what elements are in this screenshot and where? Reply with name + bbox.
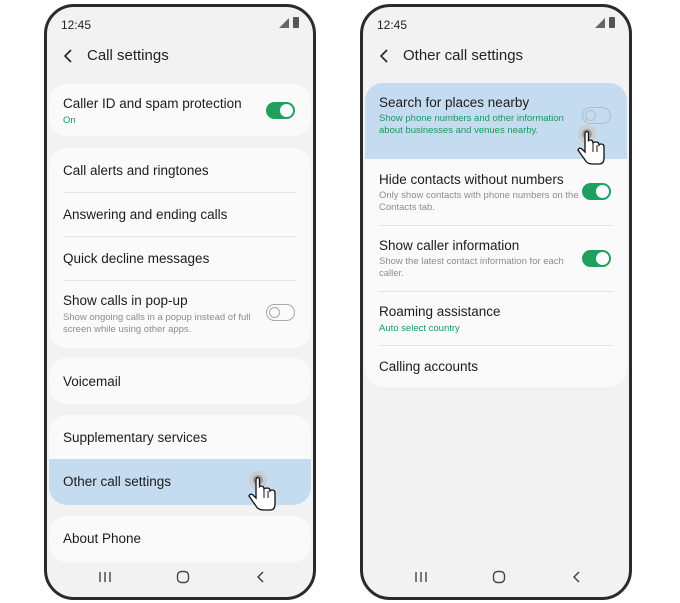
setting-description: Show phone numbers and other information… <box>379 113 564 136</box>
page-title: Call settings <box>87 47 169 64</box>
signal-icon <box>279 18 289 28</box>
card-voicemail: Voicemail <box>49 358 311 404</box>
recents-icon[interactable] <box>97 569 113 585</box>
setting-caller-info[interactable]: Show caller information Show the latest … <box>365 225 627 291</box>
tap-hand-cursor-icon <box>577 125 605 165</box>
setting-description: Show ongoing calls in a popup instead of… <box>63 312 251 335</box>
setting-answering[interactable]: Answering and ending calls <box>49 192 311 236</box>
setting-label: Call alerts and ringtones <box>63 163 209 178</box>
setting-label: Show calls in pop-up <box>63 293 188 308</box>
setting-label: Other call settings <box>63 474 172 489</box>
status-time: 12:45 <box>61 18 92 32</box>
setting-about-phone[interactable]: About Phone <box>49 516 311 562</box>
setting-label: Show caller information <box>379 238 520 253</box>
battery-icon <box>293 17 299 28</box>
status-bar: 12:45 <box>363 7 629 41</box>
setting-label: Roaming assistance <box>379 304 501 319</box>
setting-supplementary[interactable]: Supplementary services <box>49 415 311 459</box>
title-bar: Call settings <box>47 41 313 73</box>
status-bar: 12:45 <box>47 7 313 41</box>
setting-label: Supplementary services <box>63 430 208 445</box>
page-title: Other call settings <box>403 47 524 64</box>
caller-info-toggle[interactable] <box>582 250 611 267</box>
back-arrow-icon[interactable] <box>61 48 77 64</box>
setting-status: Auto select country <box>379 323 460 334</box>
setting-hide-contacts[interactable]: Hide contacts without numbers Only show … <box>365 159 627 225</box>
tap-hand-cursor-icon <box>248 471 276 511</box>
status-time: 12:45 <box>377 18 408 32</box>
setting-roaming-assistance[interactable]: Roaming assistance Auto select country <box>365 291 627 345</box>
phone-right: 12:45 Other call settings Search for pla… <box>360 4 632 600</box>
setting-status: On <box>63 115 76 126</box>
back-icon[interactable] <box>569 569 585 585</box>
setting-voicemail[interactable]: Voicemail <box>49 358 311 404</box>
navigation-bar <box>47 557 313 597</box>
setting-label: About Phone <box>63 531 142 546</box>
card-caller-id: Caller ID and spam protection On <box>49 84 311 136</box>
caller-id-toggle[interactable] <box>266 102 295 119</box>
setting-calling-accounts[interactable]: Calling accounts <box>365 345 627 387</box>
hide-contacts-toggle[interactable] <box>582 183 611 200</box>
setting-call-alerts[interactable]: Call alerts and ringtones <box>49 148 311 192</box>
setting-label: Caller ID and spam protection <box>63 96 242 111</box>
card-call-options: Call alerts and ringtones Answering and … <box>49 148 311 348</box>
recents-icon[interactable] <box>413 569 429 585</box>
setting-label: Answering and ending calls <box>63 207 228 222</box>
setting-label: Hide contacts without numbers <box>379 172 564 187</box>
title-bar: Other call settings <box>363 41 629 73</box>
setting-label: Search for places nearby <box>379 95 530 110</box>
setting-label: Voicemail <box>63 374 121 389</box>
back-icon[interactable] <box>253 569 269 585</box>
battery-icon <box>609 17 615 28</box>
card-about: About Phone <box>49 516 311 562</box>
setting-description: Only show contacts with phone numbers on… <box>379 190 579 213</box>
system-icons <box>279 17 299 28</box>
signal-icon <box>595 18 605 28</box>
navigation-bar <box>363 557 629 597</box>
system-icons <box>595 17 615 28</box>
setting-popup[interactable]: Show calls in pop-up Show ongoing calls … <box>49 280 311 348</box>
setting-description: Show the latest contact information for … <box>379 256 564 279</box>
setting-quick-decline[interactable]: Quick decline messages <box>49 236 311 280</box>
setting-caller-id[interactable]: Caller ID and spam protection On <box>49 84 311 136</box>
back-arrow-icon[interactable] <box>377 48 393 64</box>
home-icon[interactable] <box>175 569 191 585</box>
home-icon[interactable] <box>491 569 507 585</box>
setting-label: Calling accounts <box>379 359 479 374</box>
setting-label: Quick decline messages <box>63 251 210 266</box>
popup-toggle[interactable] <box>266 304 295 321</box>
